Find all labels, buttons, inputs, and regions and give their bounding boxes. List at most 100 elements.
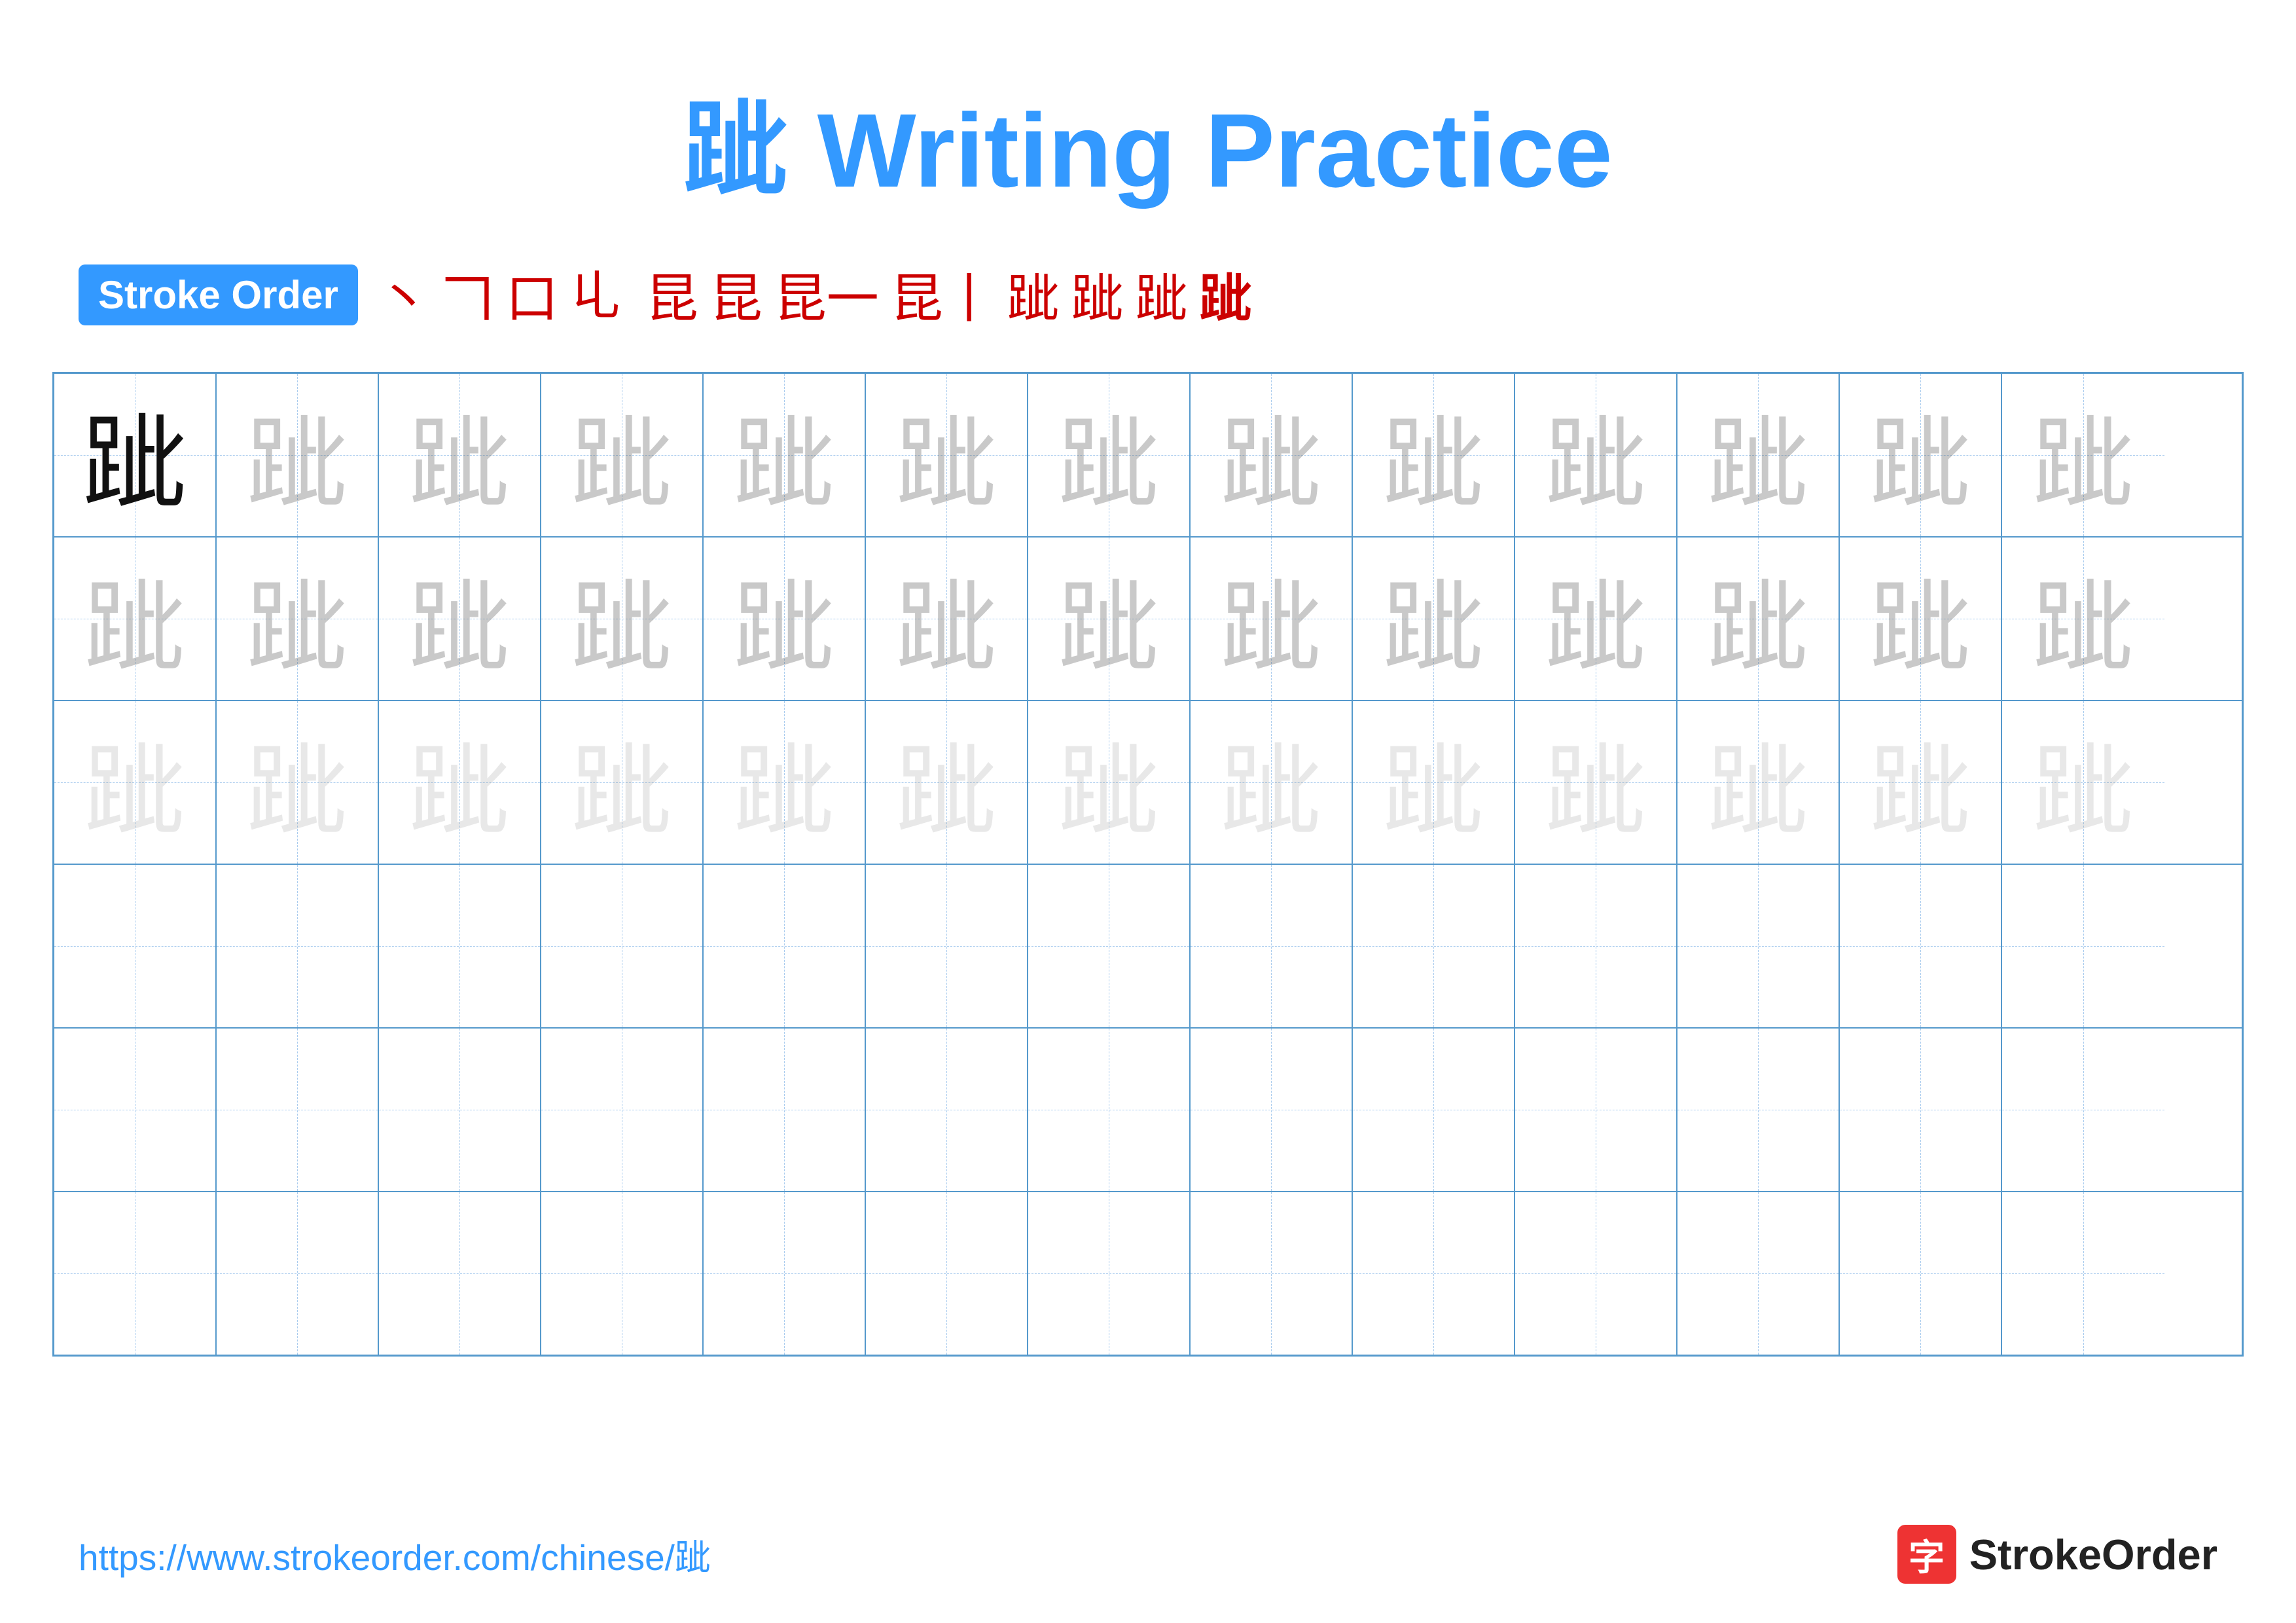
char-main: 跐 <box>82 379 187 531</box>
cell-6-4[interactable] <box>541 1192 704 1355</box>
stroke-10: 跐 <box>1007 257 1060 333</box>
cell-4-13[interactable] <box>2002 865 2164 1027</box>
stroke-9: 昆丨 <box>891 257 996 333</box>
cell-3-2[interactable]: 跐 <box>217 701 379 864</box>
cell-5-1[interactable] <box>54 1029 217 1191</box>
cell-5-13[interactable] <box>2002 1029 2164 1191</box>
stroke-sequence: 丶 𠃍 口 𠃏 𠄍 昆 昆 昆一 昆丨 跐 跐 跐 跐 <box>378 257 1252 333</box>
cell-6-1[interactable] <box>54 1192 217 1355</box>
cell-5-3[interactable] <box>379 1029 541 1191</box>
cell-3-8[interactable]: 跐 <box>1191 701 1353 864</box>
stroke-13: 跐 <box>1200 257 1252 333</box>
cell-5-8[interactable] <box>1191 1029 1353 1191</box>
cell-4-5[interactable] <box>704 865 866 1027</box>
grid-row-3: 跐 跐 跐 跐 跐 跐 跐 跐 跐 跐 跐 跐 跐 <box>54 701 2242 865</box>
cell-5-2[interactable] <box>217 1029 379 1191</box>
cell-4-11[interactable] <box>1677 865 1840 1027</box>
cell-5-4[interactable] <box>541 1029 704 1191</box>
cell-2-5[interactable]: 跐 <box>704 538 866 700</box>
cell-3-7[interactable]: 跐 <box>1028 701 1191 864</box>
cell-4-12[interactable] <box>1840 865 2002 1027</box>
cell-6-10[interactable] <box>1515 1192 1677 1355</box>
footer: https://www.strokeorder.com/chinese/跐 字 … <box>0 1525 2296 1584</box>
cell-4-10[interactable] <box>1515 865 1677 1027</box>
cell-5-10[interactable] <box>1515 1029 1677 1191</box>
cell-2-4[interactable]: 跐 <box>541 538 704 700</box>
cell-3-12[interactable]: 跐 <box>1840 701 2002 864</box>
grid-row-2: 跐 跐 跐 跐 跐 跐 跐 跐 跐 跐 跐 跐 跐 <box>54 538 2242 701</box>
cell-2-1[interactable]: 跐 <box>54 538 217 700</box>
cell-5-11[interactable] <box>1677 1029 1840 1191</box>
footer-url[interactable]: https://www.strokeorder.com/chinese/跐 <box>79 1528 711 1580</box>
cell-6-9[interactable] <box>1353 1192 1515 1355</box>
cell-1-9[interactable]: 跐 <box>1353 374 1515 536</box>
stroke-11: 跐 <box>1071 257 1124 333</box>
cell-1-10[interactable]: 跐 <box>1515 374 1677 536</box>
cell-2-2[interactable]: 跐 <box>217 538 379 700</box>
page-title: 跐 Writing Practice <box>0 0 2296 257</box>
cell-3-13[interactable]: 跐 <box>2002 701 2164 864</box>
cell-5-9[interactable] <box>1353 1029 1515 1191</box>
grid-row-5 <box>54 1029 2242 1192</box>
cell-4-6[interactable] <box>866 865 1028 1027</box>
cell-2-3[interactable]: 跐 <box>379 538 541 700</box>
cell-2-12[interactable]: 跐 <box>1840 538 2002 700</box>
cell-6-6[interactable] <box>866 1192 1028 1355</box>
cell-5-12[interactable] <box>1840 1029 2002 1191</box>
cell-2-13[interactable]: 跐 <box>2002 538 2164 700</box>
stroke-6: 昆 <box>646 257 698 333</box>
cell-1-5[interactable]: 跐 <box>704 374 866 536</box>
cell-3-3[interactable]: 跐 <box>379 701 541 864</box>
cell-2-9[interactable]: 跐 <box>1353 538 1515 700</box>
cell-6-13[interactable] <box>2002 1192 2164 1355</box>
grid-row-4 <box>54 865 2242 1029</box>
cell-3-10[interactable]: 跐 <box>1515 701 1677 864</box>
cell-1-2[interactable]: 跐 <box>217 374 379 536</box>
cell-4-4[interactable] <box>541 865 704 1027</box>
footer-brand: 字 StrokeOrder <box>1897 1525 2217 1584</box>
grid-row-1: 跐 跐 跐 跐 跐 跐 跐 跐 跐 跐 跐 跐 跐 <box>54 374 2242 538</box>
cell-1-3[interactable]: 跐 <box>379 374 541 536</box>
cell-3-11[interactable]: 跐 <box>1677 701 1840 864</box>
cell-6-3[interactable] <box>379 1192 541 1355</box>
cell-6-2[interactable] <box>217 1192 379 1355</box>
cell-6-5[interactable] <box>704 1192 866 1355</box>
cell-1-12[interactable]: 跐 <box>1840 374 2002 536</box>
cell-4-3[interactable] <box>379 865 541 1027</box>
cell-3-4[interactable]: 跐 <box>541 701 704 864</box>
cell-2-10[interactable]: 跐 <box>1515 538 1677 700</box>
stroke-7: 昆 <box>710 257 762 333</box>
cell-1-13[interactable]: 跐 <box>2002 374 2164 536</box>
stroke-order-row: Stroke Order 丶 𠃍 口 𠃏 𠄍 昆 昆 昆一 昆丨 跐 跐 跐 跐 <box>0 257 2296 372</box>
brand-icon: 字 <box>1897 1525 1956 1584</box>
cell-5-6[interactable] <box>866 1029 1028 1191</box>
cell-2-8[interactable]: 跐 <box>1191 538 1353 700</box>
cell-1-8[interactable]: 跐 <box>1191 374 1353 536</box>
cell-6-11[interactable] <box>1677 1192 1840 1355</box>
cell-2-11[interactable]: 跐 <box>1677 538 1840 700</box>
cell-4-2[interactable] <box>217 865 379 1027</box>
cell-1-7[interactable]: 跐 <box>1028 374 1191 536</box>
cell-5-5[interactable] <box>704 1029 866 1191</box>
cell-6-12[interactable] <box>1840 1192 2002 1355</box>
cell-5-7[interactable] <box>1028 1029 1191 1191</box>
cell-4-7[interactable] <box>1028 865 1191 1027</box>
cell-6-7[interactable] <box>1028 1192 1191 1355</box>
cell-4-9[interactable] <box>1353 865 1515 1027</box>
cell-3-5[interactable]: 跐 <box>704 701 866 864</box>
cell-4-1[interactable] <box>54 865 217 1027</box>
cell-3-1[interactable]: 跐 <box>54 701 217 864</box>
cell-1-6[interactable]: 跐 <box>866 374 1028 536</box>
cell-2-6[interactable]: 跐 <box>866 538 1028 700</box>
cell-3-9[interactable]: 跐 <box>1353 701 1515 864</box>
cell-4-8[interactable] <box>1191 865 1353 1027</box>
cell-6-8[interactable] <box>1191 1192 1353 1355</box>
cell-1-4[interactable]: 跐 <box>541 374 704 536</box>
cell-1-11[interactable]: 跐 <box>1677 374 1840 536</box>
cell-1-1[interactable]: 跐 <box>54 374 217 536</box>
brand-name: StrokeOrder <box>1969 1530 2217 1579</box>
cell-2-7[interactable]: 跐 <box>1028 538 1191 700</box>
cell-3-6[interactable]: 跐 <box>866 701 1028 864</box>
stroke-1: 丶 <box>378 257 430 333</box>
stroke-order-badge: Stroke Order <box>79 264 358 325</box>
